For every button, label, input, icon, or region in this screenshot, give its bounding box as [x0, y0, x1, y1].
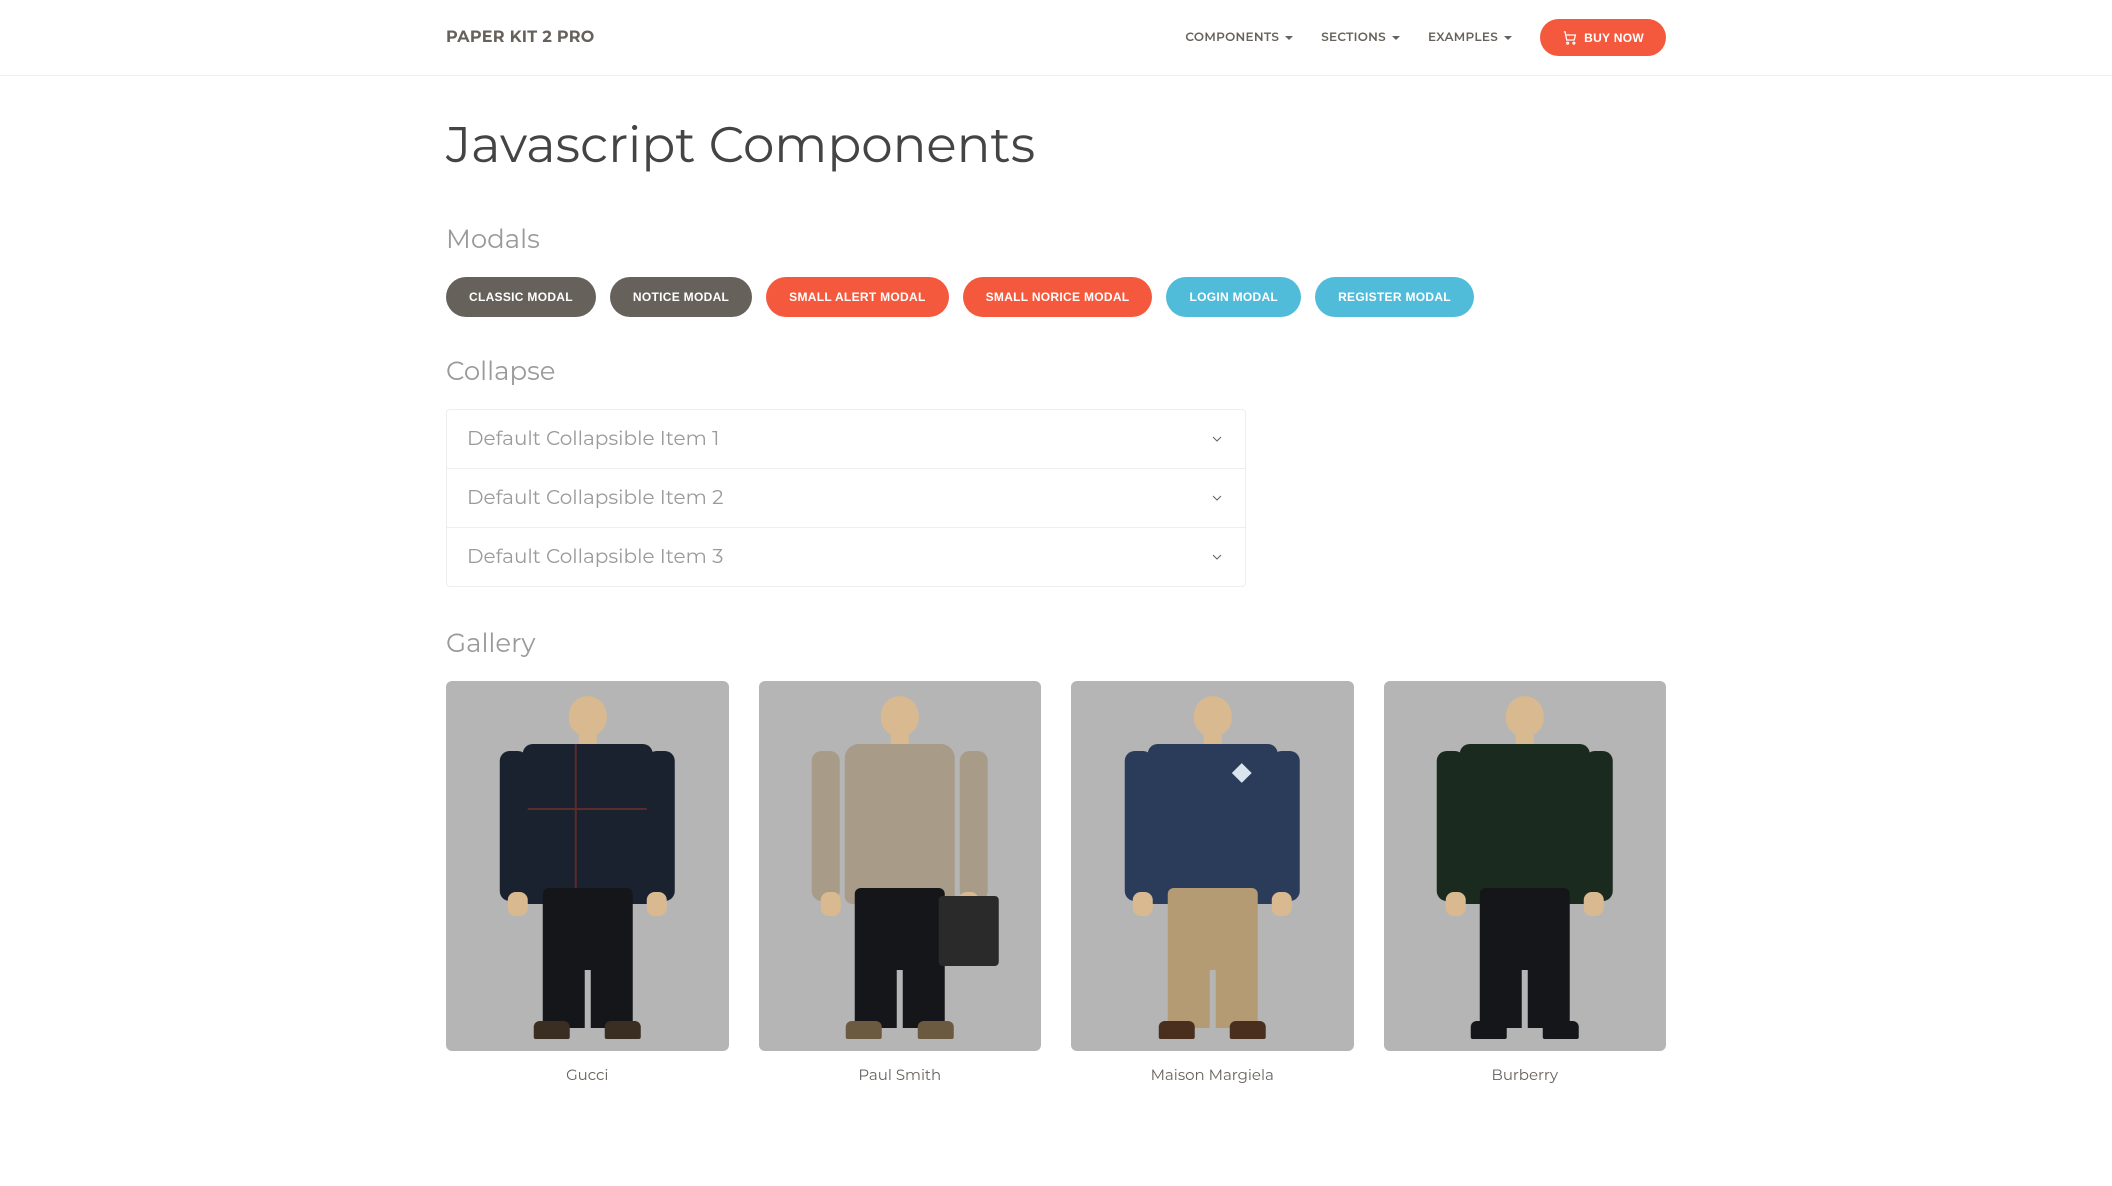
gallery-item-maison-margiela: Maison Margiela: [1071, 681, 1354, 1084]
collapse-title: Collapse: [446, 355, 1666, 387]
collapse-item-3[interactable]: Default Collapsible Item 3: [447, 528, 1245, 586]
gallery-item-paul-smith: Paul Smith: [759, 681, 1042, 1084]
small-notice-modal-button[interactable]: SMALL NORICE MODAL: [963, 277, 1153, 317]
caret-down-icon: [1285, 36, 1293, 40]
nav-examples-label: EXAMPLES: [1428, 30, 1498, 45]
chevron-down-icon: [1209, 431, 1225, 447]
collapse-item-2[interactable]: Default Collapsible Item 2: [447, 469, 1245, 528]
collapse-item-label: Default Collapsible Item 3: [467, 545, 723, 569]
gallery-item-gucci: Gucci: [446, 681, 729, 1084]
caret-down-icon: [1392, 36, 1400, 40]
page-title: Javascript Components: [446, 114, 1666, 175]
gallery-image[interactable]: [446, 681, 729, 1051]
collapse-panel: Default Collapsible Item 1 Default Colla…: [446, 409, 1246, 587]
cart-icon: [1562, 30, 1577, 45]
gallery: Gucci Paul Smith: [446, 681, 1666, 1084]
gallery-caption: Burberry: [1384, 1065, 1667, 1084]
buy-now-button[interactable]: BUY NOW: [1540, 19, 1666, 56]
gallery-image[interactable]: [1071, 681, 1354, 1051]
gallery-caption: Gucci: [446, 1065, 729, 1084]
chevron-down-icon: [1209, 490, 1225, 506]
gallery-caption: Paul Smith: [759, 1065, 1042, 1084]
small-alert-modal-button[interactable]: SMALL ALERT MODAL: [766, 277, 948, 317]
login-modal-button[interactable]: LOGIN MODAL: [1166, 277, 1301, 317]
brand[interactable]: PAPER KIT 2 PRO: [446, 28, 595, 47]
caret-down-icon: [1504, 36, 1512, 40]
buy-now-label: BUY NOW: [1584, 31, 1644, 45]
collapse-item-label: Default Collapsible Item 1: [467, 427, 719, 451]
classic-modal-button[interactable]: CLASSIC MODAL: [446, 277, 596, 317]
nav-sections[interactable]: SECTIONS: [1321, 30, 1400, 45]
modal-buttons: CLASSIC MODAL NOTICE MODAL SMALL ALERT M…: [446, 277, 1666, 317]
nav-examples[interactable]: EXAMPLES: [1428, 30, 1512, 45]
chevron-down-icon: [1209, 549, 1225, 565]
gallery-caption: Maison Margiela: [1071, 1065, 1354, 1084]
gallery-image[interactable]: [759, 681, 1042, 1051]
modals-title: Modals: [446, 223, 1666, 255]
nav-components[interactable]: COMPONENTS: [1185, 30, 1293, 45]
gallery-title: Gallery: [446, 627, 1666, 659]
collapse-item-1[interactable]: Default Collapsible Item 1: [447, 410, 1245, 469]
navbar: PAPER KIT 2 PRO COMPONENTS SECTIONS EXAM…: [0, 0, 2112, 76]
notice-modal-button[interactable]: NOTICE MODAL: [610, 277, 752, 317]
collapse-item-label: Default Collapsible Item 2: [467, 486, 723, 510]
gallery-image[interactable]: [1384, 681, 1667, 1051]
gallery-item-burberry: Burberry: [1384, 681, 1667, 1084]
register-modal-button[interactable]: REGISTER MODAL: [1315, 277, 1474, 317]
nav-sections-label: SECTIONS: [1321, 30, 1386, 45]
nav-components-label: COMPONENTS: [1185, 30, 1279, 45]
